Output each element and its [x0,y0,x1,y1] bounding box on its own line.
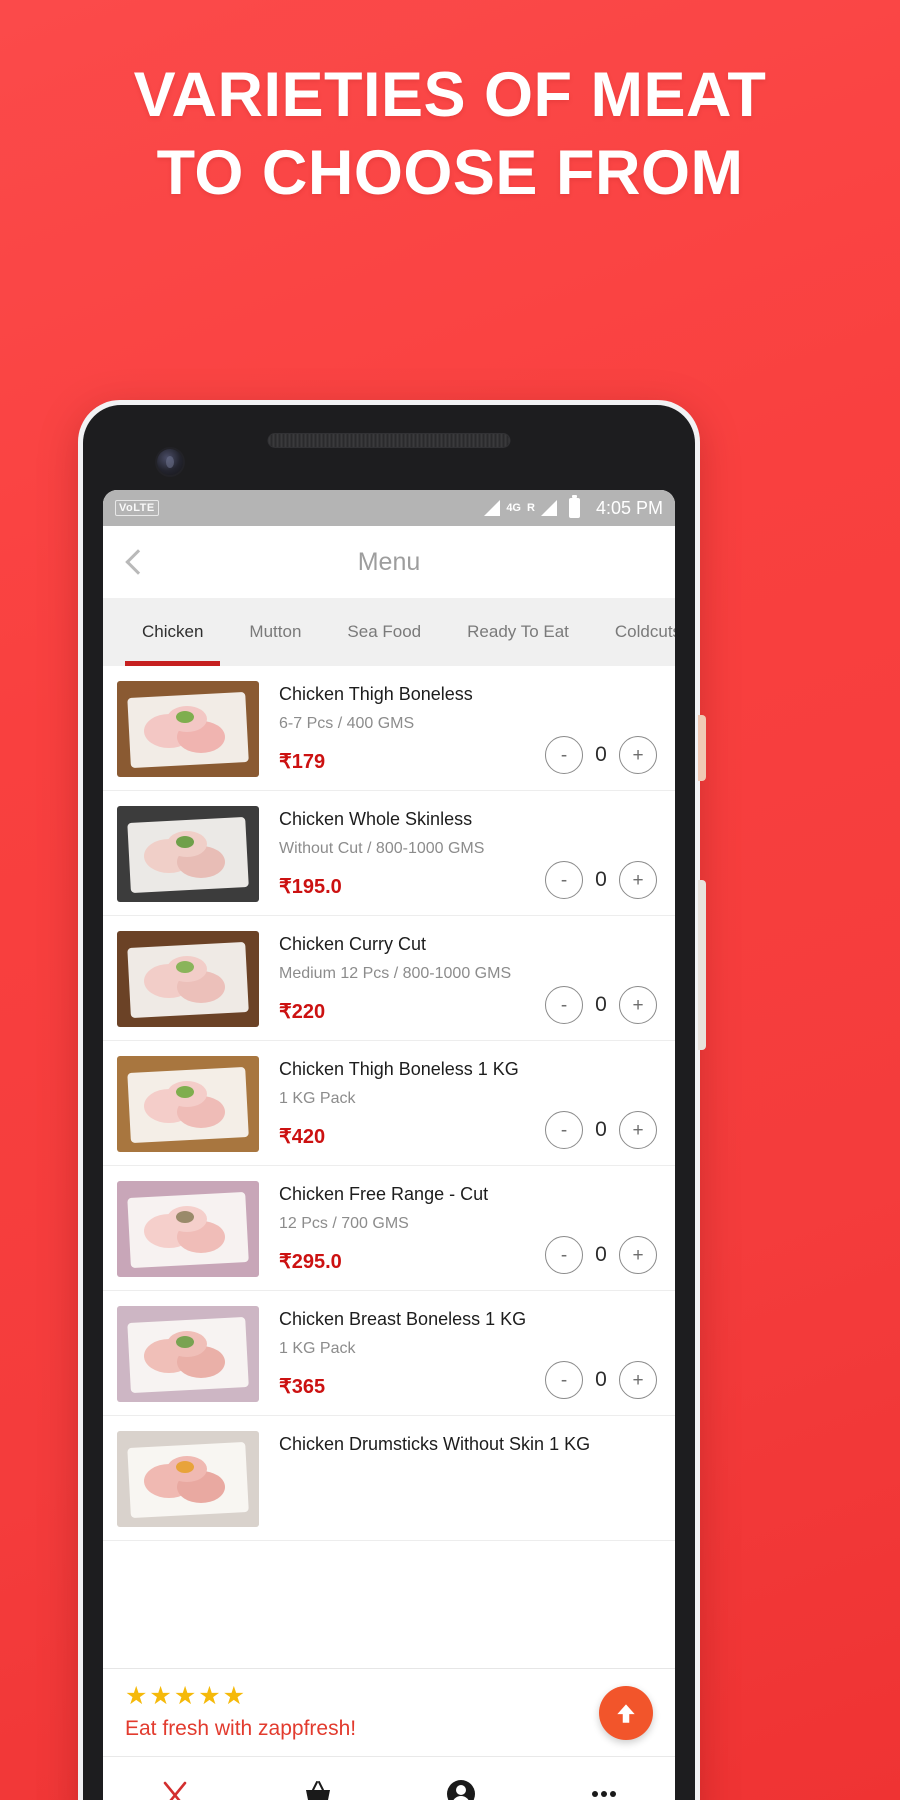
poster-canvas: VARIETIES OF MEAT TO CHOOSE FROM VoLTE 4… [0,0,900,1800]
increment-button[interactable]: + [619,986,657,1024]
quantity-stepper[interactable]: -0 + [545,736,657,774]
increment-button[interactable]: + [619,1111,657,1149]
decrement-button[interactable]: - [545,1361,583,1399]
product-row[interactable]: Chicken Whole Skinless Without Cut / 800-… [103,791,675,916]
decrement-button[interactable]: - [545,986,583,1024]
signal-bars-icon-1 [484,500,501,516]
scroll-to-top-button[interactable] [599,1685,653,1740]
status-bar: VoLTE 4G R 4:05 PM [103,490,675,526]
front-camera-icon [157,449,183,475]
headline-line-2: TO CHOOSE FROM [156,138,744,209]
product-row[interactable]: Chicken Free Range - Cut 12 Pcs / 700 GMS… [103,1166,675,1291]
bottom-navigation [103,1756,675,1800]
volte-indicator: VoLTE [115,500,159,516]
product-name: Chicken Whole Skinless [279,809,473,829]
increment-button[interactable]: + [619,1236,657,1274]
product-description: 1 KG Pack [279,1340,356,1358]
quantity-value: 0 [595,868,607,891]
product-list: Chicken Thigh Boneless 6-7 Pcs / 400 GMS ₹… [103,666,675,1541]
tab-coldcuts[interactable]: Coldcuts [592,598,675,666]
product-info: Chicken Drumsticks Without Skin 1 KG [259,1429,659,1456]
roaming-label: R [527,501,535,514]
product-description: Without Cut / 800-1000 GMS [279,840,485,858]
network-type-label: 4G [506,501,521,514]
product-row[interactable]: Chicken Curry Cut Medium 12 Pcs / 800-100… [103,916,675,1041]
phone-mockup: VoLTE 4G R 4:05 PM Menu Chicken Mutton S… [78,400,706,1800]
status-bar-right-cluster: 4G R 4:05 PM [484,495,663,519]
decrement-button[interactable]: - [545,1236,583,1274]
phone-screen: VoLTE 4G R 4:05 PM Menu Chicken Mutton S… [103,490,675,1800]
product-name: Chicken Curry Cut [279,934,427,954]
nav-item-menu[interactable] [103,1757,246,1800]
quantity-stepper[interactable]: -0 + [545,1361,657,1399]
product-row[interactable]: Chicken Thigh Boneless 1 KG 1 KG Pack ₹420… [103,1041,675,1166]
product-name: Chicken Thigh Boneless [279,684,473,704]
tab-ready-to-eat[interactable]: Ready To Eat [444,598,592,666]
quantity-value: 0 [595,993,607,1016]
page-title: Menu [357,547,421,576]
cutlery-icon [163,1781,186,1800]
rating-stars: ★★★★★ [125,1682,248,1710]
quantity-stepper[interactable]: -0 + [545,1236,657,1274]
decrement-button[interactable]: - [545,861,583,899]
promo-tagline: Eat fresh with zappfresh! [125,1717,357,1740]
poster-headline: VARIETIES OF MEAT TO CHOOSE FROM [0,56,900,212]
product-thumbnail [117,1181,259,1277]
account-icon [446,1779,475,1800]
app-header: Menu [103,526,675,598]
decrement-button[interactable]: - [545,736,583,774]
quantity-value: 0 [595,1243,607,1266]
quantity-stepper[interactable]: -0 + [545,986,657,1024]
product-name: Chicken Free Range - Cut [279,1184,489,1204]
signal-bars-icon-2 [540,500,557,516]
tab-sea-food[interactable]: Sea Food [324,598,444,666]
increment-button[interactable]: + [619,736,657,774]
nav-item-account[interactable] [389,1757,532,1800]
promo-text-group: ★★★★★ Eat fresh with zappfresh! [125,1684,599,1741]
phone-side-button-bottom [698,880,706,1050]
product-description: 12 Pcs / 700 GMS [279,1215,409,1233]
quantity-value: 0 [595,1368,607,1391]
product-name: Chicken Thigh Boneless 1 KG [279,1059,519,1079]
category-tabs[interactable]: Chicken Mutton Sea Food Ready To Eat Coldcut… [103,598,675,666]
product-description: Medium 12 Pcs / 800-1000 GMS [279,965,512,983]
more-dots-icon [591,1790,616,1797]
headline-line-1: VARIETIES OF MEAT [133,60,767,130]
product-name: Chicken Breast Boneless 1 KG [279,1309,527,1329]
quantity-stepper[interactable]: -0 + [545,1111,657,1149]
tab-chicken[interactable]: Chicken [119,598,226,666]
product-description: 6-7 Pcs / 400 GMS [279,715,415,733]
product-row[interactable]: Chicken Breast Boneless 1 KG 1 KG Pack ₹36… [103,1291,675,1416]
decrement-button[interactable]: - [545,1111,583,1149]
increment-button[interactable]: + [619,861,657,899]
basket-icon [305,1780,330,1800]
product-description: 1 KG Pack [279,1090,356,1108]
product-thumbnail [117,806,259,902]
nav-item-cart[interactable] [246,1757,389,1800]
product-row[interactable]: Chicken Drumsticks Without Skin 1 KG [103,1416,675,1541]
product-thumbnail [117,1431,259,1527]
product-thumbnail [117,681,259,777]
phone-bezel: VoLTE 4G R 4:05 PM Menu Chicken Mutton S… [83,405,695,1800]
status-bar-clock: 4:05 PM [595,497,663,518]
earpiece-speaker [267,433,511,448]
product-thumbnail [117,1306,259,1402]
quantity-value: 0 [595,1118,607,1141]
nav-item-more[interactable] [532,1757,675,1800]
quantity-stepper[interactable]: -0 + [545,861,657,899]
battery-icon [568,495,580,518]
phone-side-button-top [698,715,706,781]
tab-mutton[interactable]: Mutton [226,598,324,666]
product-row[interactable]: Chicken Thigh Boneless 6-7 Pcs / 400 GMS ₹… [103,666,675,791]
product-name: Chicken Drumsticks Without Skin 1 KG [279,1434,591,1454]
product-thumbnail [117,1056,259,1152]
arrow-up-icon [617,1703,635,1723]
increment-button[interactable]: + [619,1361,657,1399]
product-thumbnail [117,931,259,1027]
quantity-value: 0 [595,743,607,766]
promo-bar: ★★★★★ Eat fresh with zappfresh! [103,1668,675,1756]
